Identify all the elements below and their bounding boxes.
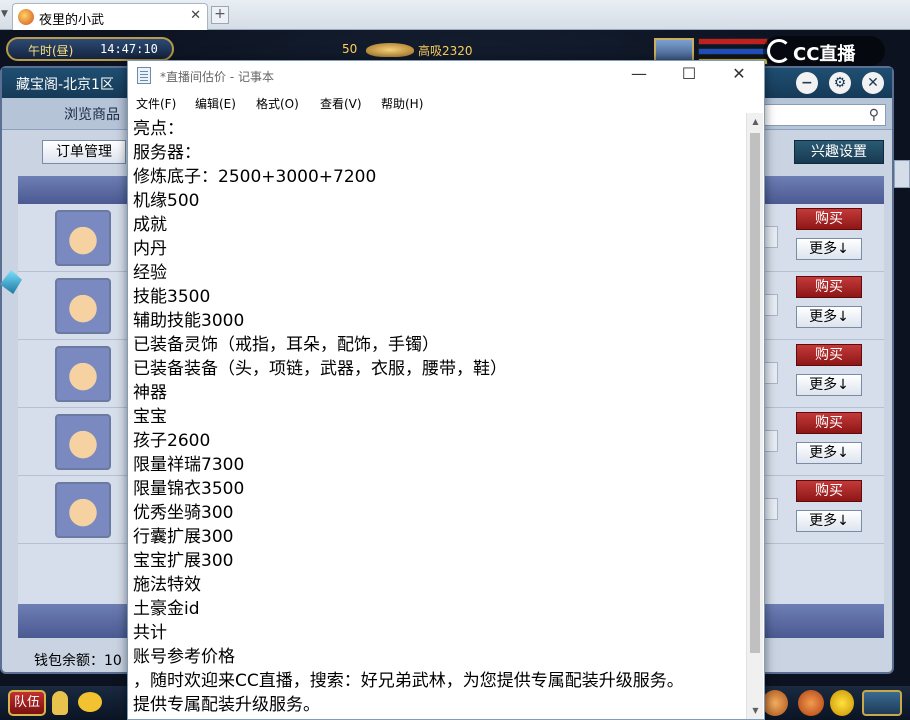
shop-settings-icon[interactable]: ⚙ (828, 72, 851, 94)
tab-title: 夜里的小武 (39, 13, 105, 28)
text-line: 提供专属配装升级服务。 (133, 695, 320, 715)
buy-button[interactable]: 购买 (796, 276, 862, 298)
text-line: 限量祥瑞7300 (133, 455, 245, 475)
game-time-display: 午时(昼) 14:47:10 (6, 37, 174, 61)
text-line: 辅助技能3000 (133, 311, 245, 331)
notepad-titlebar[interactable]: *直播间估价 - 记事本 — ☐ ✕ (128, 61, 764, 91)
notepad-app-icon (137, 67, 151, 84)
text-line: 施法特效 (133, 575, 201, 595)
shop-window-controls: − ⚙ ✕ (790, 72, 884, 94)
more-button[interactable]: 更多↓ (796, 374, 862, 396)
text-line: 限量锦衣3500 (133, 479, 245, 499)
text-line: 优秀坐骑300 (133, 503, 234, 523)
more-button[interactable]: 更多↓ (796, 306, 862, 328)
text-line: 宝宝扩展300 (133, 551, 234, 571)
new-tab-button[interactable]: + (211, 6, 229, 24)
shop-title: 藏宝阁-北京1区 (16, 77, 114, 93)
menu-format[interactable]: 格式(O) (256, 95, 299, 112)
currency-status: 高吸2320 (418, 44, 473, 58)
system-menu-icon[interactable] (862, 690, 902, 716)
cc-logo-ring-icon (767, 39, 791, 63)
wallet-balance: 钱包余额：10 (34, 653, 122, 669)
text-line: 机缘500 (133, 191, 200, 211)
notepad-window: *直播间估价 - 记事本 — ☐ ✕ 文件(F) 编辑(E) 格式(O) 查看(V)… (127, 60, 765, 720)
notepad-text-lines: 亮点： 服务器： 修炼底子：2500+3000+7200 机缘500 成就内丹经验技能3… (133, 117, 733, 717)
text-line: 土豪金id (133, 599, 200, 619)
cc-logo-text: CC直播 (793, 44, 856, 65)
text-line: 已装备装备（头，项链，武器，衣服，腰带，鞋） (133, 359, 507, 379)
text-line: 成就 (133, 215, 167, 235)
currency-display: 50 高吸2320 (330, 40, 480, 60)
team-button[interactable]: 队伍 (8, 690, 46, 716)
buy-button[interactable]: 购买 (796, 344, 862, 366)
game-clock: 14:47:10 (100, 42, 158, 56)
microphone-icon[interactable] (52, 691, 68, 715)
tab-favicon-icon (18, 9, 34, 25)
text-line: 技能3500 (133, 287, 211, 307)
text-line: 账号参考价格 (133, 647, 235, 667)
more-button[interactable]: 更多↓ (796, 510, 862, 532)
more-button[interactable]: 更多↓ (796, 442, 862, 464)
menu-help[interactable]: 帮助(H) (381, 95, 423, 112)
hp-bar (698, 38, 768, 45)
scroll-down-arrow-icon[interactable]: ▼ (747, 702, 763, 719)
notepad-text-area[interactable]: 亮点： 服务器： 修炼底子：2500+3000+7200 机缘500 成就内丹经验技能3… (129, 113, 763, 719)
menu-view[interactable]: 查看(V) (320, 95, 362, 112)
text-line: 行囊扩展300 (133, 527, 234, 547)
chat-bubble-icon[interactable] (78, 692, 102, 712)
tab-close-icon[interactable]: ✕ (190, 8, 201, 23)
text-line: 内丹 (133, 239, 167, 259)
gold-ingot-icon (366, 43, 414, 57)
buy-button[interactable]: 购买 (796, 208, 862, 230)
text-line: 经验 (133, 263, 167, 283)
vertical-scrollbar[interactable]: ▲ ▼ (746, 113, 763, 719)
game-time-label: 午时(昼) (28, 44, 74, 58)
text-line: 服务器： (133, 143, 201, 163)
side-scroll-tab[interactable] (894, 160, 910, 188)
character-avatar (55, 482, 111, 538)
browser-tab[interactable]: 夜里的小武 ✕ (12, 3, 208, 30)
tab-browse-goods[interactable]: 浏览商品 (64, 104, 120, 124)
shop-minimize-icon[interactable]: − (795, 72, 818, 94)
text-line: 已装备灵饰（戒指，耳朵，配饰，手镯） (133, 335, 439, 355)
more-button[interactable]: 更多↓ (796, 238, 862, 260)
scrollbar-thumb[interactable] (750, 133, 760, 653)
notepad-menubar: 文件(F) 编辑(E) 格式(O) 查看(V) 帮助(H) (128, 91, 764, 113)
text-line: 神器 (133, 383, 167, 403)
menu-file[interactable]: 文件(F) (136, 95, 176, 112)
shop-close-icon[interactable]: ✕ (862, 72, 884, 94)
interest-settings-button[interactable]: 兴趣设置 (794, 140, 884, 164)
order-management-button[interactable]: 订单管理 (42, 140, 126, 164)
text-line: 宝宝 (133, 407, 167, 427)
text-line: ，随时欢迎来CC直播，搜索：好兄弟武林，为您提供专属配装升级服务。 (133, 671, 684, 691)
notepad-title: *直播间估价 - 记事本 (160, 70, 274, 84)
character-avatar (55, 210, 111, 266)
close-button[interactable]: ✕ (714, 61, 764, 89)
text-line: 孩子2600 (133, 431, 211, 451)
minimize-button[interactable]: — (614, 61, 664, 89)
shell-icon[interactable] (798, 690, 824, 716)
text-line: 亮点： (133, 119, 184, 139)
menu-edit[interactable]: 编辑(E) (195, 95, 236, 112)
scroll-up-arrow-icon[interactable]: ▲ (747, 113, 763, 130)
character-avatar (55, 278, 111, 334)
character-avatar (55, 346, 111, 402)
text-line: 共计 (133, 623, 167, 643)
emote-face-icon[interactable] (830, 690, 854, 716)
notepad-window-controls: — ☐ ✕ (614, 61, 764, 91)
tab-menu-chevron-down-icon[interactable]: ▼ (1, 9, 8, 19)
maximize-button[interactable]: ☐ (664, 61, 714, 89)
currency-value: 50 (342, 42, 358, 56)
search-icon[interactable]: ⚲ (869, 107, 879, 123)
buy-button[interactable]: 购买 (796, 412, 862, 434)
text-line: 修炼底子：2500+3000+7200 (133, 167, 377, 187)
character-avatar (55, 414, 111, 470)
cc-stream-logo: CC直播 (763, 36, 885, 66)
mp-bar (698, 48, 768, 55)
buy-button[interactable]: 购买 (796, 480, 862, 502)
bag-icon[interactable] (762, 690, 788, 716)
browser-tab-bar: ▼ 夜里的小武 ✕ + (0, 0, 910, 30)
